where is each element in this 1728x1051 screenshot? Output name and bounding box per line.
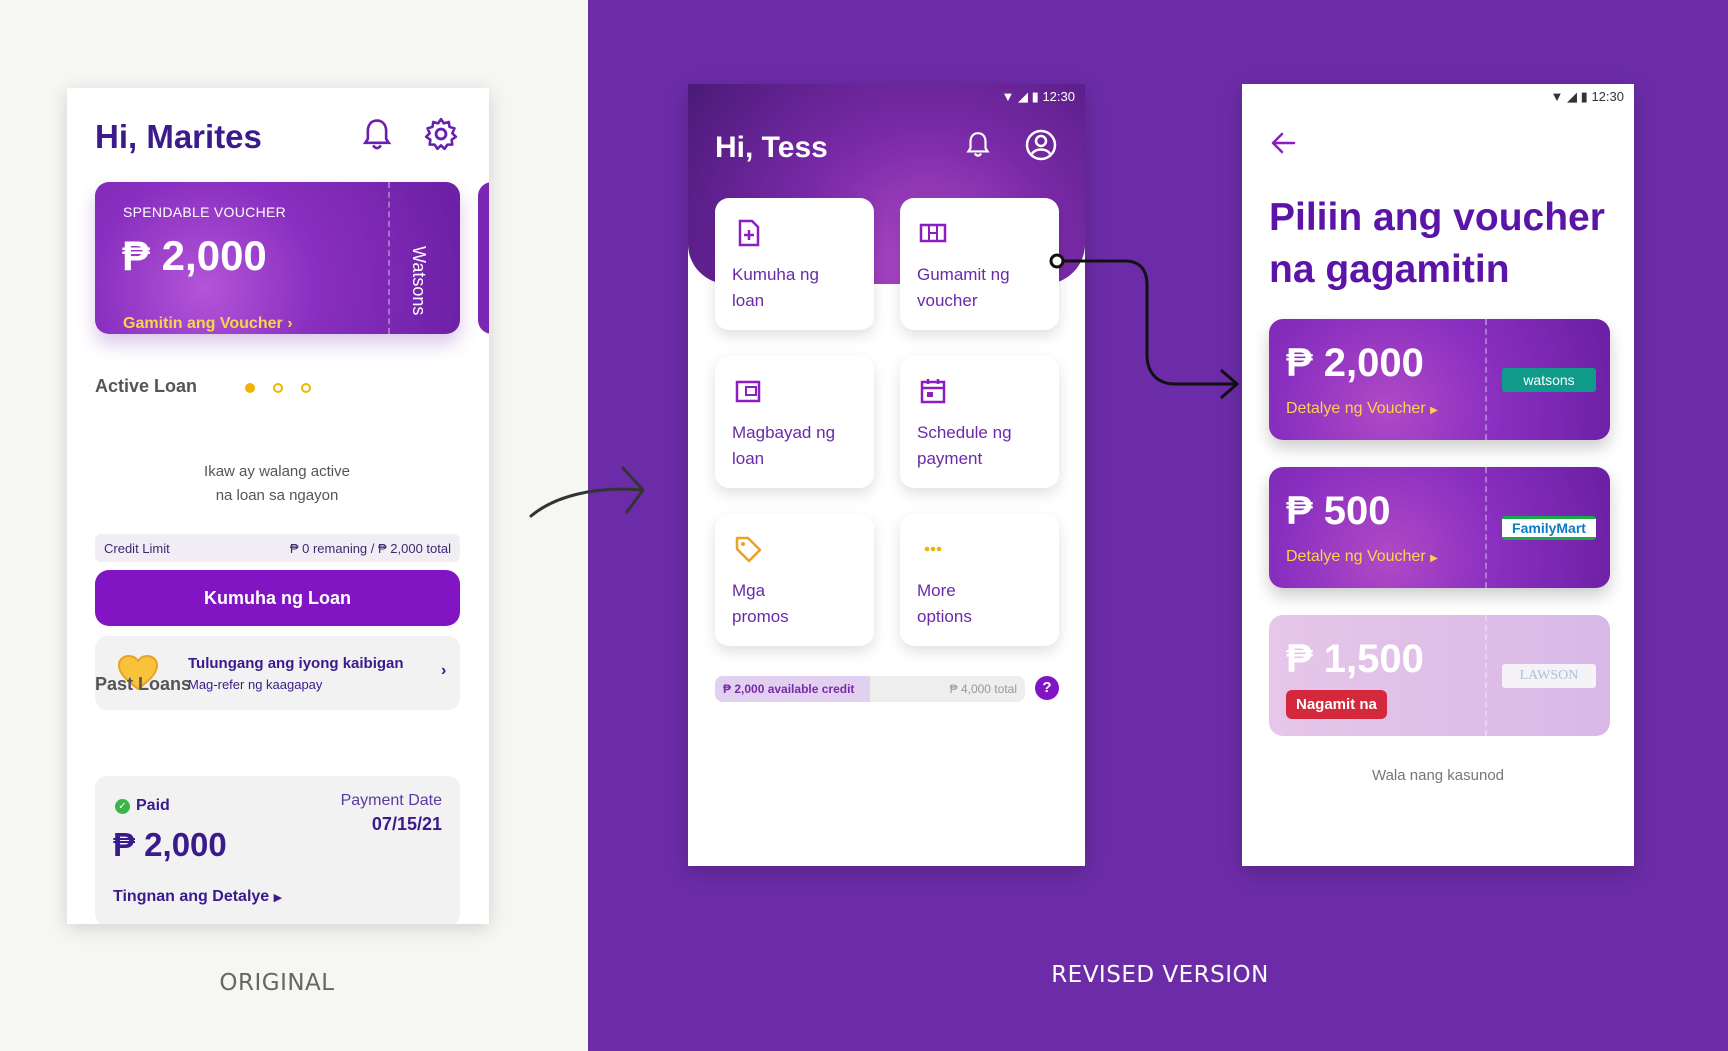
payment-date-value: 07/15/21	[371, 814, 442, 834]
spendable-voucher-card[interactable]: SPENDABLE VOUCHER ₱ 2,000 Gamitin ang Vo…	[95, 182, 460, 334]
wallet-icon	[735, 380, 761, 403]
end-of-list-note: Wala nang kasunod	[1371, 767, 1505, 784]
revised-voucher-screen: ▼ ◢ ▮ 12:30 Piliin ang voucher na gagami…	[1242, 84, 1634, 866]
tile-get-loan[interactable]: Kumuha ng loan	[715, 198, 874, 330]
voucher-label: SPENDABLE VOUCHER	[123, 204, 287, 220]
active-loan-empty-message: Ikaw ay walang active na loan sa ngayon	[204, 463, 350, 504]
status-bar: ▼ ◢ ▮ 12:30	[1551, 89, 1624, 105]
used-status-badge: Nagamit na	[1286, 690, 1387, 719]
voucher-card-lawson-used: ₱ 1,500 Nagamit na LAWSON	[1269, 615, 1610, 736]
profile-icon[interactable]	[1025, 129, 1057, 161]
next-voucher-card-peek[interactable]	[478, 182, 489, 334]
carousel-indicator	[245, 383, 311, 393]
help-icon[interactable]: ?	[1035, 676, 1059, 700]
credit-limit-value: ₱ 0 remaning / ₱ 2,000 total	[289, 541, 451, 556]
view-details-link[interactable]: Tingnan ang Detalye ▶	[113, 888, 282, 906]
credit-limit-label: Credit Limit	[104, 541, 170, 556]
carousel-dot-active[interactable]	[245, 383, 255, 393]
voucher-details-link[interactable]: Detalye ng Voucher ▶	[1286, 548, 1438, 566]
clock: 12:30	[1591, 89, 1624, 104]
bell-icon[interactable]	[965, 130, 991, 160]
greeting-title: Hi, Marites	[95, 118, 262, 155]
tile-use-voucher[interactable]: Gumamit ng voucher	[900, 198, 1059, 330]
more-icon	[924, 546, 942, 552]
voucher-divider	[388, 182, 390, 334]
arrow-icon	[529, 466, 645, 518]
battery-icon: ▮	[1580, 89, 1588, 104]
gear-icon[interactable]	[424, 117, 458, 151]
revised-caption: REVISED VERSION	[1051, 962, 1269, 988]
voucher-divider	[1485, 319, 1487, 440]
tag-icon	[735, 536, 762, 563]
get-loan-button[interactable]: Kumuha ng Loan	[95, 570, 460, 626]
available-credit-label: ₱ 2,000 available credit	[723, 682, 855, 696]
original-caption: ORIGINAL	[219, 970, 335, 996]
voucher-amount: ₱ 500	[1286, 489, 1391, 533]
tile-label: Gumamit ng voucher	[917, 265, 1010, 310]
carousel-dot[interactable]	[301, 383, 311, 393]
active-loan-heading: Active Loan	[95, 376, 198, 396]
caret-right-icon: ▶	[1430, 553, 1438, 564]
loan-amount: ₱ 2,000	[113, 826, 227, 863]
tile-promos[interactable]: Mga promos	[715, 514, 874, 646]
caret-right-icon: ▶	[273, 892, 283, 904]
refer-title: Tulungang ang iyong kaibigan	[188, 655, 404, 672]
use-voucher-link[interactable]: Gamitin ang Voucher ›	[123, 315, 293, 333]
tile-label: Kumuha ng loan	[732, 265, 819, 310]
carousel-dot[interactable]	[273, 383, 283, 393]
battery-icon: ▮	[1031, 89, 1039, 104]
past-loans-heading: Past Loans	[95, 674, 192, 694]
watsons-logo: watsons	[1502, 368, 1596, 392]
voucher-brand: Watsons	[409, 246, 429, 316]
page-title: Piliin ang voucher na gagamitin	[1269, 196, 1605, 291]
bell-icon[interactable]	[361, 118, 393, 152]
connector-arrow-icon	[1049, 253, 1239, 400]
tile-pay-loan[interactable]: Magbayad ng loan	[715, 356, 874, 488]
credit-progress-bar: ₱ 2,000 available credit ₱ 4,000 total	[715, 676, 1025, 702]
voucher-divider	[1485, 615, 1487, 736]
revised-home-screen: ▼ ◢ ▮ 12:30 Hi, Tess Kumuha ng loan Gumam…	[688, 84, 1085, 866]
past-loan-card[interactable]: ✓ Paid ₱ 2,000 Payment Date 07/15/21 Tin…	[95, 776, 460, 924]
total-credit-label: ₱ 4,000 total	[949, 682, 1017, 696]
lawson-logo: LAWSON	[1502, 664, 1596, 688]
voucher-amount: ₱ 2,000	[122, 232, 267, 279]
voucher-amount: ₱ 1,500	[1286, 637, 1424, 681]
wifi-icon: ▼	[1001, 89, 1015, 104]
tile-more-options[interactable]: More options	[900, 514, 1059, 646]
loan-icon	[738, 219, 760, 247]
tile-label: More options	[917, 581, 972, 626]
original-phone-screen: Hi, Marites SPENDABLE VOUCHER ₱ 2,000 Ga…	[67, 88, 489, 924]
back-arrow-icon[interactable]	[1270, 130, 1296, 156]
voucher-details-link[interactable]: Detalye ng Voucher ▶	[1286, 400, 1438, 418]
voucher-amount: ₱ 2,000	[1286, 341, 1424, 385]
voucher-divider	[1485, 467, 1487, 588]
check-circle-icon: ✓	[115, 799, 130, 814]
familymart-logo: FamilyMart	[1502, 516, 1596, 540]
credit-limit-bar: Credit Limit ₱ 0 remaning / ₱ 2,000 tota…	[95, 534, 460, 562]
calendar-icon	[920, 379, 946, 404]
tile-payment-schedule[interactable]: Schedule ng payment	[900, 356, 1059, 488]
voucher-icon	[919, 223, 947, 243]
wifi-icon: ▼	[1550, 89, 1564, 104]
refer-subtitle: Mag-refer ng kaagapay	[188, 677, 323, 692]
voucher-card-familymart[interactable]: ₱ 500 Detalye ng Voucher ▶ FamilyMart	[1269, 467, 1610, 588]
signal-icon: ◢	[1018, 89, 1029, 104]
loan-status: Paid	[136, 797, 170, 814]
chevron-right-icon: ›	[441, 662, 447, 679]
caret-right-icon: ▶	[1430, 405, 1438, 416]
refer-friend-card[interactable]: Tulungang ang iyong kaibigan Mag-refer n…	[95, 636, 460, 710]
status-bar: ▼ ◢ ▮ 12:30	[1002, 89, 1075, 105]
chevron-right-icon: ›	[287, 315, 293, 332]
payment-date-label: Payment Date	[340, 792, 442, 809]
signal-icon: ◢	[1567, 89, 1578, 104]
tile-label: Magbayad ng loan	[732, 423, 836, 468]
tile-label: Mga promos	[732, 581, 789, 626]
greeting-title: Hi, Tess	[715, 131, 828, 164]
tile-label: Schedule ng payment	[917, 423, 1012, 468]
voucher-card-watsons[interactable]: ₱ 2,000 Detalye ng Voucher ▶ watsons	[1269, 319, 1610, 440]
clock: 12:30	[1042, 89, 1075, 104]
